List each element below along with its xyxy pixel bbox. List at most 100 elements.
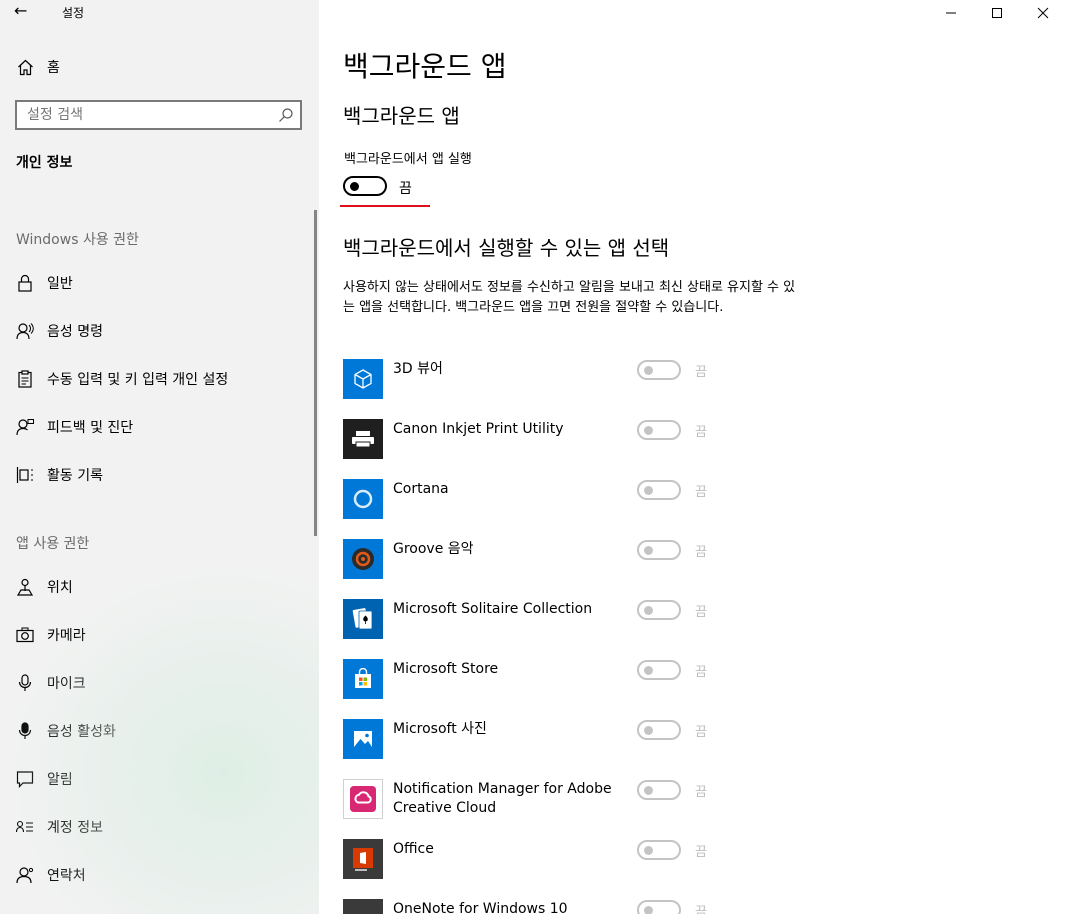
- sidebar-item-notifications[interactable]: 알림: [0, 759, 319, 799]
- app-toggle-state: 끔: [695, 665, 707, 680]
- app-toggle[interactable]: [637, 600, 681, 620]
- app-toggle[interactable]: [637, 420, 681, 440]
- current-section-heading: 개인 정보: [16, 155, 73, 171]
- search-input[interactable]: [17, 102, 257, 128]
- background-apps-toggle-state: 끔: [399, 181, 412, 197]
- search-icon[interactable]: [278, 107, 294, 123]
- sidebar-item-label: 홈: [47, 60, 60, 76]
- search-field[interactable]: [15, 100, 302, 130]
- sidebar-item-activity-history[interactable]: 활동 기록: [0, 455, 319, 495]
- sidebar-item-general[interactable]: 일반: [0, 263, 319, 303]
- sidebar-item-voice-activation[interactable]: 음성 활성화: [0, 711, 319, 751]
- app-name: Groove 음악: [393, 541, 474, 557]
- app-row-onenote: OneNote for Windows 10 끔: [343, 899, 763, 914]
- highlight-underline: [340, 205, 430, 207]
- toggle-knob: [644, 486, 653, 495]
- sidebar-item-label: 수동 입력 및 키 입력 개인 설정: [47, 372, 229, 388]
- app-toggle[interactable]: [637, 780, 681, 800]
- app-toggle[interactable]: [637, 360, 681, 380]
- toggle-knob: [644, 426, 653, 435]
- group-label-windows-permissions: Windows 사용 권한: [16, 232, 139, 248]
- app-name: Microsoft 사진: [393, 721, 487, 737]
- description: 사용하지 않는 상태에서도 정보를 수신하고 알림을 보내고 최신 상태로 유지…: [343, 280, 796, 315]
- home-icon: [16, 58, 34, 76]
- toggle-knob: [644, 846, 653, 855]
- app-toggle[interactable]: [637, 840, 681, 860]
- sidebar-item-microphone[interactable]: 마이크: [0, 663, 319, 703]
- app-name: Microsoft Store: [393, 661, 499, 677]
- app-name: Notification Manager for Adobe Creative …: [393, 781, 612, 816]
- sidebar-item-label: 마이크: [47, 676, 86, 692]
- toggle-knob: [644, 666, 653, 675]
- sidebar-item-label: 알림: [47, 772, 73, 788]
- app-toggle-state: 끔: [695, 545, 707, 560]
- sidebar-scrollbar[interactable]: [314, 210, 317, 536]
- sidebar-item-location[interactable]: 위치: [0, 567, 319, 607]
- sidebar-item-label: 음성 명령: [47, 324, 103, 340]
- app-row-groove: Groove 음악 끔: [343, 539, 763, 599]
- page-title: 백그라운드 앱: [343, 50, 507, 83]
- section-title: 백그라운드에서 실행할 수 있는 앱 선택: [343, 236, 670, 260]
- sidebar-item-label: 계정 정보: [47, 820, 103, 836]
- creative-cloud-icon: [343, 779, 383, 819]
- cortana-icon: [343, 479, 383, 519]
- sidebar-item-label: 카메라: [47, 628, 86, 644]
- app-toggle-state: 끔: [695, 365, 707, 380]
- app-row-cortana: Cortana 끔: [343, 479, 763, 539]
- feedback-icon: [16, 418, 34, 436]
- app-toggle[interactable]: [637, 540, 681, 560]
- toggle-knob: [644, 546, 653, 555]
- location-icon: [16, 578, 34, 596]
- voice-activation-icon: [16, 722, 34, 740]
- titlebar-left: ← 설정: [0, 0, 319, 24]
- sidebar-item-account-info[interactable]: 계정 정보: [0, 807, 319, 847]
- app-title: 설정: [62, 6, 85, 20]
- app-row-store: Microsoft Store 끔: [343, 659, 763, 719]
- lock-icon: [16, 274, 34, 292]
- sidebar-item-speech[interactable]: 음성 명령: [0, 311, 319, 351]
- toggle-knob: [644, 366, 653, 375]
- timeline-icon: [16, 466, 34, 484]
- app-toggle[interactable]: [637, 900, 681, 914]
- app-name: Canon Inkjet Print Utility: [393, 421, 564, 437]
- toggle-knob: [644, 606, 653, 615]
- app-toggle-state: 끔: [695, 845, 707, 860]
- solitaire-icon: [343, 599, 383, 639]
- toggle-knob: [644, 726, 653, 735]
- background-apps-toggle-label: 백그라운드에서 앱 실행: [344, 152, 472, 167]
- app-toggle[interactable]: [637, 480, 681, 500]
- printer-icon: [343, 419, 383, 459]
- office-icon: [343, 839, 383, 879]
- sidebar-item-feedback[interactable]: 피드백 및 진단: [0, 407, 319, 447]
- onenote-icon: [343, 899, 383, 914]
- sidebar-item-label: 피드백 및 진단: [47, 420, 134, 436]
- app-toggle-state: 끔: [695, 425, 707, 440]
- speech-icon: [16, 322, 34, 340]
- sidebar-item-home[interactable]: 홈: [0, 47, 319, 87]
- photos-icon: [343, 719, 383, 759]
- app-row-photos: Microsoft 사진 끔: [343, 719, 763, 779]
- app-row-office: Office 끔: [343, 839, 763, 899]
- toggle-knob: [644, 786, 653, 795]
- main-content: 백그라운드 앱 백그라운드 앱 백그라운드에서 앱 실행 끔 백그라운드에서 실…: [319, 0, 1066, 914]
- microphone-icon: [16, 674, 34, 692]
- app-toggle-state: 끔: [695, 605, 707, 620]
- store-icon: [343, 659, 383, 699]
- groove-icon: [343, 539, 383, 579]
- app-name: 3D 뷰어: [393, 361, 443, 377]
- app-toggle-state: 끔: [695, 785, 707, 800]
- app-row-canon: Canon Inkjet Print Utility 끔: [343, 419, 763, 479]
- sidebar-item-camera[interactable]: 카메라: [0, 615, 319, 655]
- app-toggle[interactable]: [637, 720, 681, 740]
- sidebar-item-contacts[interactable]: 연락처: [0, 855, 319, 895]
- sidebar-item-label: 위치: [47, 580, 73, 596]
- camera-icon: [16, 626, 34, 644]
- back-button[interactable]: ←: [14, 2, 34, 22]
- sidebar-item-label: 일반: [47, 276, 73, 292]
- app-toggle-state: 끔: [695, 905, 707, 914]
- background-apps-toggle[interactable]: [343, 176, 387, 196]
- sidebar-item-inking-typing[interactable]: 수동 입력 및 키 입력 개인 설정: [0, 359, 319, 399]
- subtitle: 백그라운드 앱: [343, 104, 460, 128]
- app-row-3d-viewer: 3D 뷰어 끔: [343, 359, 763, 419]
- app-toggle[interactable]: [637, 660, 681, 680]
